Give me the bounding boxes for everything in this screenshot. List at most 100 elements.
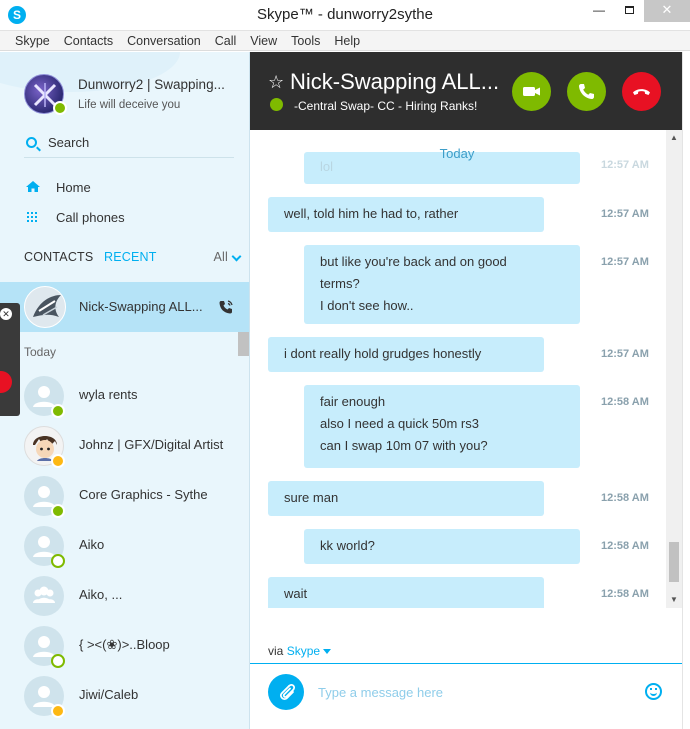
message-text: can I swap 10m 07 with you? <box>320 438 488 453</box>
nav-home-label: Home <box>56 180 91 195</box>
online-status-icon <box>51 504 65 518</box>
message-bubble[interactable]: fair enough also I need a quick 50m rs3 … <box>304 385 580 468</box>
message-text: sure man <box>284 490 339 505</box>
message-bubble[interactable]: i dont really hold grudges honestly <box>268 337 544 372</box>
contact-item[interactable]: Aiko <box>0 522 249 572</box>
message-bubble[interactable]: wait <box>268 577 544 608</box>
call-overlay[interactable]: ✕ <box>0 303 20 416</box>
tab-contacts[interactable]: CONTACTS <box>24 250 93 264</box>
message-text: i dont really hold grudges honestly <box>284 346 482 361</box>
sidebar: Dunworry2 | Swapping... Life will deceiv… <box>0 52 250 729</box>
maximize-button[interactable] <box>614 0 644 22</box>
contact-logo-icon <box>33 295 61 317</box>
audio-call-button[interactable] <box>567 72 606 111</box>
paperclip-icon <box>279 683 295 701</box>
window-edge <box>682 52 690 729</box>
message-bubble[interactable]: sure man <box>268 481 544 516</box>
conversation-header: ☆ Nick-Swapping ALL... -Central Swap- CC… <box>250 52 690 130</box>
contact-tabs: CONTACTS RECENT All <box>24 250 242 270</box>
nav-call-phones[interactable]: Call phones <box>24 206 234 230</box>
profile-card[interactable]: Dunworry2 | Swapping... Life will deceiv… <box>22 72 247 122</box>
message-bubble[interactable]: well, told him he had to, rather <box>268 197 544 232</box>
tab-recent[interactable]: RECENT <box>104 250 157 264</box>
message-input[interactable] <box>318 680 628 704</box>
menu-conversation[interactable]: Conversation <box>120 31 208 50</box>
message-text: well, told him he had to, rather <box>284 206 459 221</box>
conversation-title[interactable]: Nick-Swapping ALL... <box>290 69 499 95</box>
emoticon-icon[interactable] <box>645 683 662 700</box>
message-text: also I need a quick 50m rs3 <box>320 416 479 431</box>
chat-scrollbar[interactable]: ▲ ▼ <box>666 130 682 608</box>
contact-name: Jiwi/Caleb <box>79 687 139 702</box>
contact-name: Aiko, ... <box>79 587 123 602</box>
send-via-selector[interactable]: via Skype <box>268 644 332 658</box>
contact-item[interactable]: Jiwi/Caleb <box>0 672 249 722</box>
avatar <box>24 286 66 328</box>
online-status-icon <box>270 98 283 111</box>
message-time: 12:58 AM <box>601 588 649 600</box>
contact-name: Core Graphics - Sythe <box>79 487 208 502</box>
via-service[interactable]: Skype <box>287 644 320 658</box>
conversation-mood: -Central Swap- CC - Hiring Ranks! <box>294 99 478 113</box>
minimize-button[interactable]: — <box>584 0 614 22</box>
menu-call[interactable]: Call <box>208 31 244 50</box>
message-text: kk world? <box>320 538 375 553</box>
section-header-today: Today <box>24 345 57 359</box>
search-button[interactable]: Search <box>24 132 234 158</box>
close-window-button[interactable]: ✕ <box>644 0 690 22</box>
end-call-icon[interactable] <box>0 371 12 393</box>
search-label: Search <box>48 135 90 150</box>
recent-item-name: Nick-Swapping ALL... <box>79 299 203 314</box>
attach-button[interactable] <box>268 674 304 710</box>
menu-contacts[interactable]: Contacts <box>57 31 120 50</box>
end-call-button[interactable] <box>622 72 661 111</box>
contact-item[interactable]: Core Graphics - Sythe <box>0 472 249 522</box>
message-time: 12:57 AM <box>601 208 649 220</box>
contact-item[interactable]: wyla rents <box>0 372 249 422</box>
online-status-icon <box>53 101 67 115</box>
profile-mood[interactable]: Life will deceive you <box>78 99 180 111</box>
away-status-icon <box>51 454 65 468</box>
profile-name: Dunworry2 | Swapping... <box>78 77 225 92</box>
contact-name: Aiko <box>79 537 105 552</box>
menu-tools[interactable]: Tools <box>284 31 327 50</box>
offline-status-icon <box>51 654 65 668</box>
message-history[interactable]: lol 12:57 AM Today well, told him he had… <box>250 130 666 608</box>
contact-name: Johnz | GFX/Digital Artist <box>79 437 224 452</box>
chevron-down-icon[interactable] <box>231 251 242 262</box>
via-label: via <box>268 644 284 658</box>
contact-item[interactable]: { ><(❀)>..Bloop <box>0 622 249 672</box>
contact-name: wyla rents <box>79 387 138 402</box>
maximize-icon <box>624 6 634 14</box>
sidebar-scrollbar[interactable] <box>238 332 249 356</box>
message-time: 12:57 AM <box>601 348 649 360</box>
menu-help[interactable]: Help <box>327 31 367 50</box>
message-text: I don't see how.. <box>320 298 414 313</box>
caret-down-icon[interactable] <box>323 649 332 655</box>
scrollbar-thumb[interactable] <box>669 542 679 582</box>
day-separator: Today <box>439 146 475 161</box>
scroll-down-icon[interactable]: ▼ <box>666 592 682 608</box>
message-bubble[interactable]: but like you're back and on good terms? … <box>304 245 580 324</box>
ongoing-call-icon <box>219 300 233 314</box>
filter-all-dropdown[interactable]: All <box>214 250 229 264</box>
avatar <box>24 576 64 616</box>
compose-divider <box>250 663 682 664</box>
contact-item[interactable]: Aiko, ... <box>0 572 249 622</box>
contact-name: { ><(❀)>..Bloop <box>79 637 170 652</box>
scroll-up-icon[interactable]: ▲ <box>666 130 682 146</box>
video-call-button[interactable] <box>512 72 551 111</box>
message-time: 12:58 AM <box>601 396 649 408</box>
contact-item[interactable]: Johnz | GFX/Digital Artist <box>0 422 249 472</box>
message-bubble[interactable]: kk world? <box>304 529 580 564</box>
menu-bar: Skype Contacts Conversation Call View To… <box>0 31 690 51</box>
group-icon <box>33 586 55 603</box>
favorite-star-icon[interactable]: ☆ <box>268 72 284 93</box>
nav-home[interactable]: Home <box>24 176 234 200</box>
menu-view[interactable]: View <box>243 31 284 50</box>
close-icon[interactable]: ✕ <box>0 308 12 320</box>
menu-skype[interactable]: Skype <box>8 31 57 50</box>
search-icon <box>26 137 37 148</box>
video-camera-icon <box>523 87 540 96</box>
recent-item-active[interactable]: Nick-Swapping ALL... <box>0 282 249 332</box>
